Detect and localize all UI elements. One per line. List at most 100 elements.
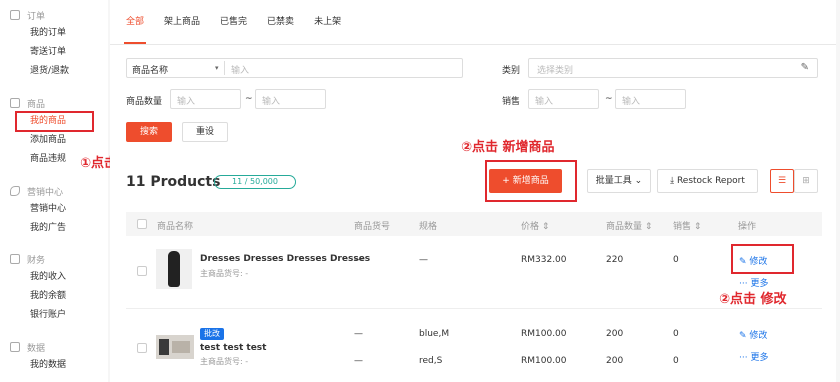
sidebar-head-finance[interactable]: 财务 [10, 250, 106, 268]
sidebar-item-my-data[interactable]: 我的数据 [10, 356, 106, 375]
product-sku: 主商品货号: - [200, 357, 249, 366]
annotation-step2: ②点击 新增商品 [461, 140, 555, 155]
sales: 0 [673, 255, 679, 265]
tab-all[interactable]: 全部 [118, 0, 152, 44]
list-view-icon[interactable]: ☰ [770, 169, 794, 193]
category-placeholder: 选择类别 [537, 66, 574, 76]
chevron-down-icon[interactable]: ▾ [215, 64, 219, 72]
col-price[interactable]: 价格 ⇕ [521, 219, 549, 232]
sidebar-head-marketing[interactable]: 营销中心 [10, 182, 106, 200]
clipboard-icon [10, 10, 20, 20]
tab-live[interactable]: 架上商品 [156, 0, 208, 44]
table-header: 商品名称 商品货号 规格 价格 ⇕ 商品数量 ⇕ 销售 ⇕ 操作 [126, 212, 822, 236]
parent-sku: — [354, 356, 363, 366]
wallet-icon [10, 254, 20, 264]
product-sku: 主商品货号: - [200, 269, 249, 278]
sales-range-separator: ~ [605, 94, 613, 104]
row-checkbox[interactable] [137, 343, 147, 353]
pencil-icon[interactable]: ✎ [801, 62, 809, 73]
status-tabs: 全部 架上商品 已售完 已禁卖 未上架 [118, 0, 353, 44]
search-button[interactable]: 搜索 [126, 122, 172, 142]
sidebar: 订单 我的订单 寄送订单 退货/退款 商品 我的商品 添加商品 商品违规 营销中… [0, 0, 108, 382]
col-actions: 操作 [738, 222, 757, 232]
sidebar-item-my-products[interactable]: 我的商品 [10, 112, 106, 131]
qty-max-input[interactable]: 输入 [255, 89, 326, 109]
variation: blue,M [419, 329, 450, 339]
qty-min-input[interactable]: 输入 [170, 89, 241, 109]
sidebar-item-income[interactable]: 我的收入 [10, 268, 106, 287]
price: RM100.00 [521, 329, 567, 339]
product-name[interactable]: test test test [200, 343, 266, 353]
sidebar-group-marketing: 营销中心 营销中心 我的广告 [10, 182, 106, 238]
sidebar-head-data[interactable]: 数据 [10, 338, 106, 356]
stock: 200 [606, 329, 624, 339]
box-icon [10, 98, 20, 108]
variation: — [419, 255, 428, 265]
add-product-button[interactable]: + 新增商品 [489, 169, 562, 193]
edit-icon: ✎ [739, 257, 750, 267]
col-parent-sku: 商品货号 [354, 222, 391, 232]
col-stock[interactable]: 商品数量 ⇕ [606, 219, 652, 232]
restock-report-button[interactable]: ⤓ Restock Report [657, 169, 758, 193]
sidebar-item-returns[interactable]: 退货/退款 [10, 62, 106, 81]
variation: red,S [419, 356, 443, 366]
sidebar-item-balance[interactable]: 我的余额 [10, 287, 106, 306]
tab-divider [110, 44, 836, 45]
col-sales[interactable]: 销售 ⇕ [673, 219, 701, 232]
stock: 200 [606, 356, 624, 366]
reset-button[interactable]: 重设 [182, 122, 228, 142]
stock: 220 [606, 255, 624, 265]
tab-unlisted[interactable]: 未上架 [306, 0, 349, 44]
sidebar-group-data: 数据 我的数据 [10, 338, 106, 375]
sidebar-item-shipping-orders[interactable]: 寄送订单 [10, 43, 106, 62]
product-thumbnail[interactable] [156, 249, 192, 289]
category-field[interactable]: 选择类别 ✎ [528, 58, 818, 78]
sales: 0 [673, 356, 679, 366]
sales-label: 销售 [502, 97, 521, 107]
sidebar-head-orders[interactable]: 订单 [10, 6, 106, 24]
sidebar-item-my-orders[interactable]: 我的订单 [10, 24, 106, 43]
price: RM332.00 [521, 255, 567, 265]
tag-icon [10, 186, 20, 196]
annotation-step3: ②点击 修改 [719, 292, 787, 307]
name-search-field[interactable]: 商品名称 ▾ 输入 [126, 58, 463, 78]
product-name[interactable]: Dresses Dresses Dresses Dresses [200, 254, 370, 264]
row-checkbox[interactable] [137, 266, 147, 276]
col-variation: 规格 [419, 222, 438, 232]
name-select-label[interactable]: 商品名称 [132, 63, 168, 76]
quota-badge: 11 / 50,000 [214, 175, 296, 189]
more-button[interactable]: ··· 更多 [739, 350, 768, 363]
sidebar-head-products[interactable]: 商品 [10, 94, 106, 112]
qty-range-separator: ~ [245, 94, 253, 104]
tab-sold-out[interactable]: 已售完 [212, 0, 255, 44]
row-divider [126, 308, 822, 309]
sales: 0 [673, 329, 679, 339]
sidebar-item-my-ads[interactable]: 我的广告 [10, 219, 106, 238]
parent-sku: — [354, 255, 363, 265]
edit-icon: ✎ [739, 331, 750, 341]
main-content: 全部 架上商品 已售完 已禁卖 未上架 商品名称 ▾ 输入 类别 选择类别 ✎ … [110, 0, 836, 382]
product-thumbnail[interactable] [156, 335, 194, 359]
plus-icon: + [502, 176, 513, 186]
select-all-checkbox[interactable] [137, 219, 147, 229]
download-icon: ⤓ [670, 176, 677, 186]
product-count: 11 Products [126, 174, 221, 190]
sidebar-group-orders: 订单 我的订单 寄送订单 退货/退款 [10, 6, 106, 81]
sales-max-input[interactable]: 输入 [615, 89, 686, 109]
batch-tools-button[interactable]: 批量工具 ⌄ [587, 169, 651, 193]
edit-button[interactable]: ✎ 修改 [739, 254, 767, 267]
chevron-down-icon: ⌄ [634, 176, 643, 186]
chart-icon [10, 342, 20, 352]
edit-button[interactable]: ✎ 修改 [739, 328, 767, 341]
sidebar-item-marketing-center[interactable]: 营销中心 [10, 200, 106, 219]
col-product-name: 商品名称 [157, 222, 194, 232]
sidebar-group-finance: 财务 我的收入 我的余额 银行账户 [10, 250, 106, 325]
category-label: 类别 [502, 66, 521, 76]
tab-banned[interactable]: 已禁卖 [259, 0, 302, 44]
sales-min-input[interactable]: 输入 [528, 89, 599, 109]
sidebar-item-add-product[interactable]: 添加商品 [10, 131, 106, 150]
name-search-input[interactable]: 输入 [231, 63, 249, 76]
qty-label: 商品数量 [126, 97, 163, 107]
sidebar-item-bank[interactable]: 银行账户 [10, 306, 106, 325]
grid-view-icon[interactable]: ⊞ [794, 169, 818, 193]
